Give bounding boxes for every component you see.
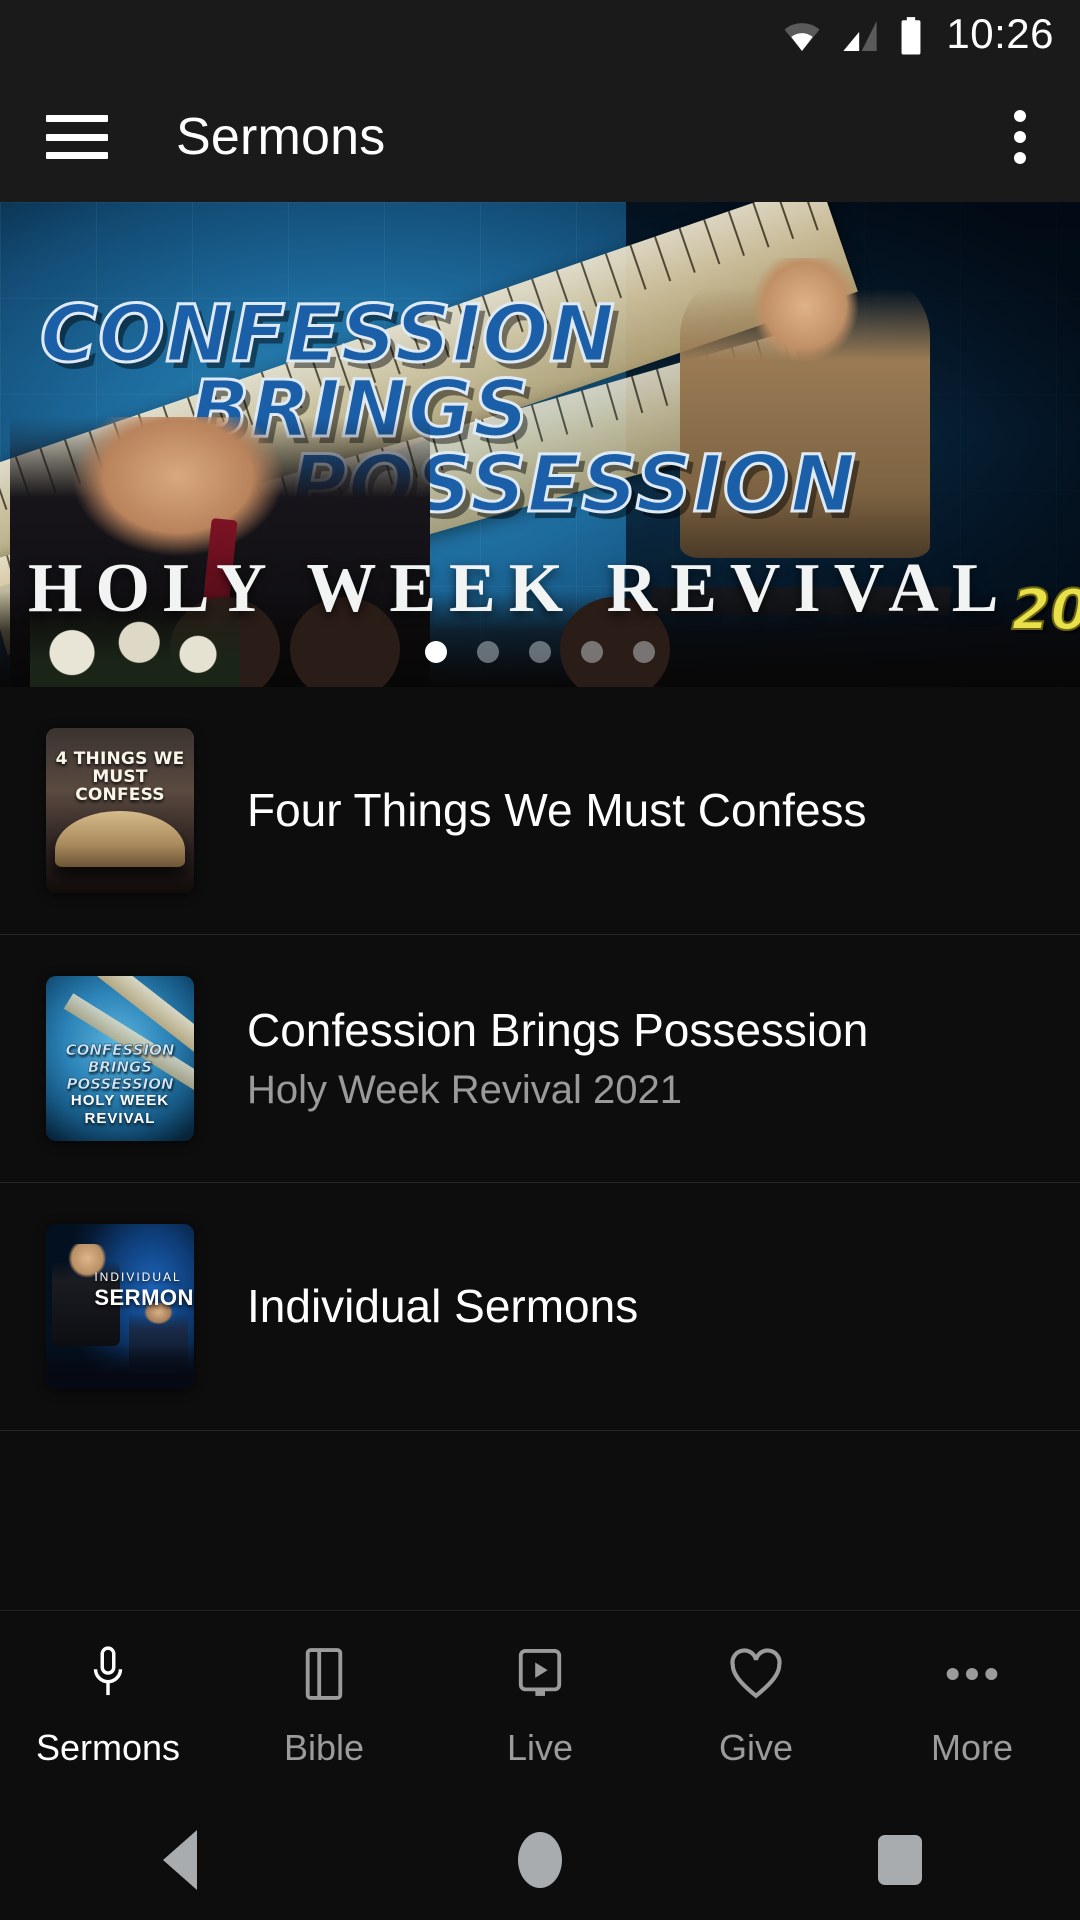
- home-circle-icon: [517, 1832, 562, 1888]
- thumbnail-caption-line1: INDIVIDUAL: [94, 1270, 182, 1285]
- list-item-text: Individual Sermons: [247, 1280, 638, 1333]
- live-video-icon: [515, 1643, 565, 1705]
- wifi-icon: [784, 23, 820, 51]
- carousel-dot-4[interactable]: [581, 641, 603, 663]
- hero-headline-line1: CONFESSION: [39, 290, 617, 380]
- cellular-signal-icon: [843, 21, 878, 51]
- list-item[interactable]: INDIVIDUAL SERMONS Individual Sermons: [0, 1183, 1080, 1431]
- app-screen: 10:26 Sermons CONFESSION BRINGS POSSESSI…: [0, 0, 1080, 1920]
- hero-slide-image: CONFESSION BRINGS POSSESSION HOLY WEEK R…: [0, 202, 1080, 687]
- list-item[interactable]: 4 THINGS WE MUST CONFESS Four Things We …: [0, 687, 1080, 935]
- carousel-dot-2[interactable]: [477, 641, 499, 663]
- carousel-dot-5[interactable]: [633, 641, 655, 663]
- thumbnail-caption: CONFESSION BRINGS POSSESSION: [65, 1041, 175, 1093]
- thumbnail-individual-sermons: INDIVIDUAL SERMONS: [46, 1224, 194, 1389]
- tab-more[interactable]: More: [864, 1643, 1080, 1769]
- battery-icon: [901, 17, 921, 55]
- list-item-text: Confession Brings Possession Holy Week R…: [247, 1004, 868, 1114]
- hero-subtitle: HOLY WEEK REVIVAL: [28, 550, 1012, 627]
- thumbnail-caption: 4 THINGS WE MUST CONFESS: [55, 749, 185, 805]
- list-item[interactable]: CONFESSION BRINGS POSSESSION HOLY WEEK R…: [0, 935, 1080, 1183]
- tab-sermons[interactable]: Sermons: [0, 1643, 216, 1769]
- status-bar: 10:26: [0, 0, 1080, 72]
- list-item-text: Four Things We Must Confess: [247, 784, 867, 837]
- overflow-menu-icon[interactable]: [1004, 100, 1036, 174]
- open-bible-graphic: [54, 810, 186, 867]
- list-item-title: Four Things We Must Confess: [247, 784, 867, 837]
- tab-label: Bible: [283, 1726, 365, 1768]
- system-navigation-bar: [0, 1800, 1080, 1920]
- recents-square-icon: [877, 1835, 922, 1885]
- thumbnail-four-things-we-must-confess: 4 THINGS WE MUST CONFESS: [46, 728, 194, 893]
- bottom-tab-bar: Sermons Bible Live Give More: [0, 1610, 1080, 1800]
- list-item-subtitle: Holy Week Revival 2021: [247, 1068, 683, 1113]
- thumbnail-caption: INDIVIDUAL SERMONS: [94, 1270, 194, 1311]
- heart-icon: [729, 1643, 783, 1705]
- hero-carousel[interactable]: CONFESSION BRINGS POSSESSION HOLY WEEK R…: [0, 202, 1080, 687]
- carousel-dot-3[interactable]: [529, 641, 551, 663]
- thumbnail-caption-secondary: HOLY WEEK REVIVAL: [70, 1091, 170, 1127]
- tab-bible[interactable]: Bible: [216, 1643, 432, 1769]
- tab-label: Give: [718, 1726, 794, 1768]
- carousel-pagination-dots[interactable]: [0, 641, 1080, 663]
- tab-label: Live: [506, 1726, 574, 1768]
- page-title: Sermons: [176, 108, 386, 166]
- hamburger-menu-icon[interactable]: [46, 115, 108, 159]
- audience-silhouette: [46, 1342, 194, 1389]
- list-item-title: Individual Sermons: [247, 1280, 639, 1333]
- tab-live[interactable]: Live: [432, 1643, 648, 1769]
- microphone-icon: [85, 1643, 131, 1705]
- tab-give[interactable]: Give: [648, 1643, 864, 1769]
- list-item-title: Confession Brings Possession: [247, 1003, 869, 1056]
- book-icon: [301, 1643, 347, 1705]
- recents-button[interactable]: [720, 1835, 1080, 1885]
- hero-subtitle-row: HOLY WEEK REVIVAL 2021: [28, 549, 1080, 644]
- tab-label: More: [930, 1726, 1014, 1768]
- more-dots-icon: [943, 1643, 1001, 1705]
- thumbnail-caption-line2: SERMONS: [94, 1285, 194, 1311]
- thumbnail-confession-brings-possession: CONFESSION BRINGS POSSESSION HOLY WEEK R…: [46, 976, 194, 1141]
- tab-label: Sermons: [35, 1726, 181, 1768]
- carousel-dot-1[interactable]: [425, 641, 447, 663]
- back-button[interactable]: [0, 1830, 360, 1890]
- back-triangle-icon: [163, 1830, 198, 1890]
- sermon-list: 4 THINGS WE MUST CONFESS Four Things We …: [0, 687, 1080, 1431]
- hero-year: 2021: [1010, 577, 1080, 644]
- app-bar: Sermons: [0, 72, 1080, 202]
- home-button[interactable]: [360, 1832, 720, 1888]
- status-bar-clock: 10:26: [946, 10, 1054, 57]
